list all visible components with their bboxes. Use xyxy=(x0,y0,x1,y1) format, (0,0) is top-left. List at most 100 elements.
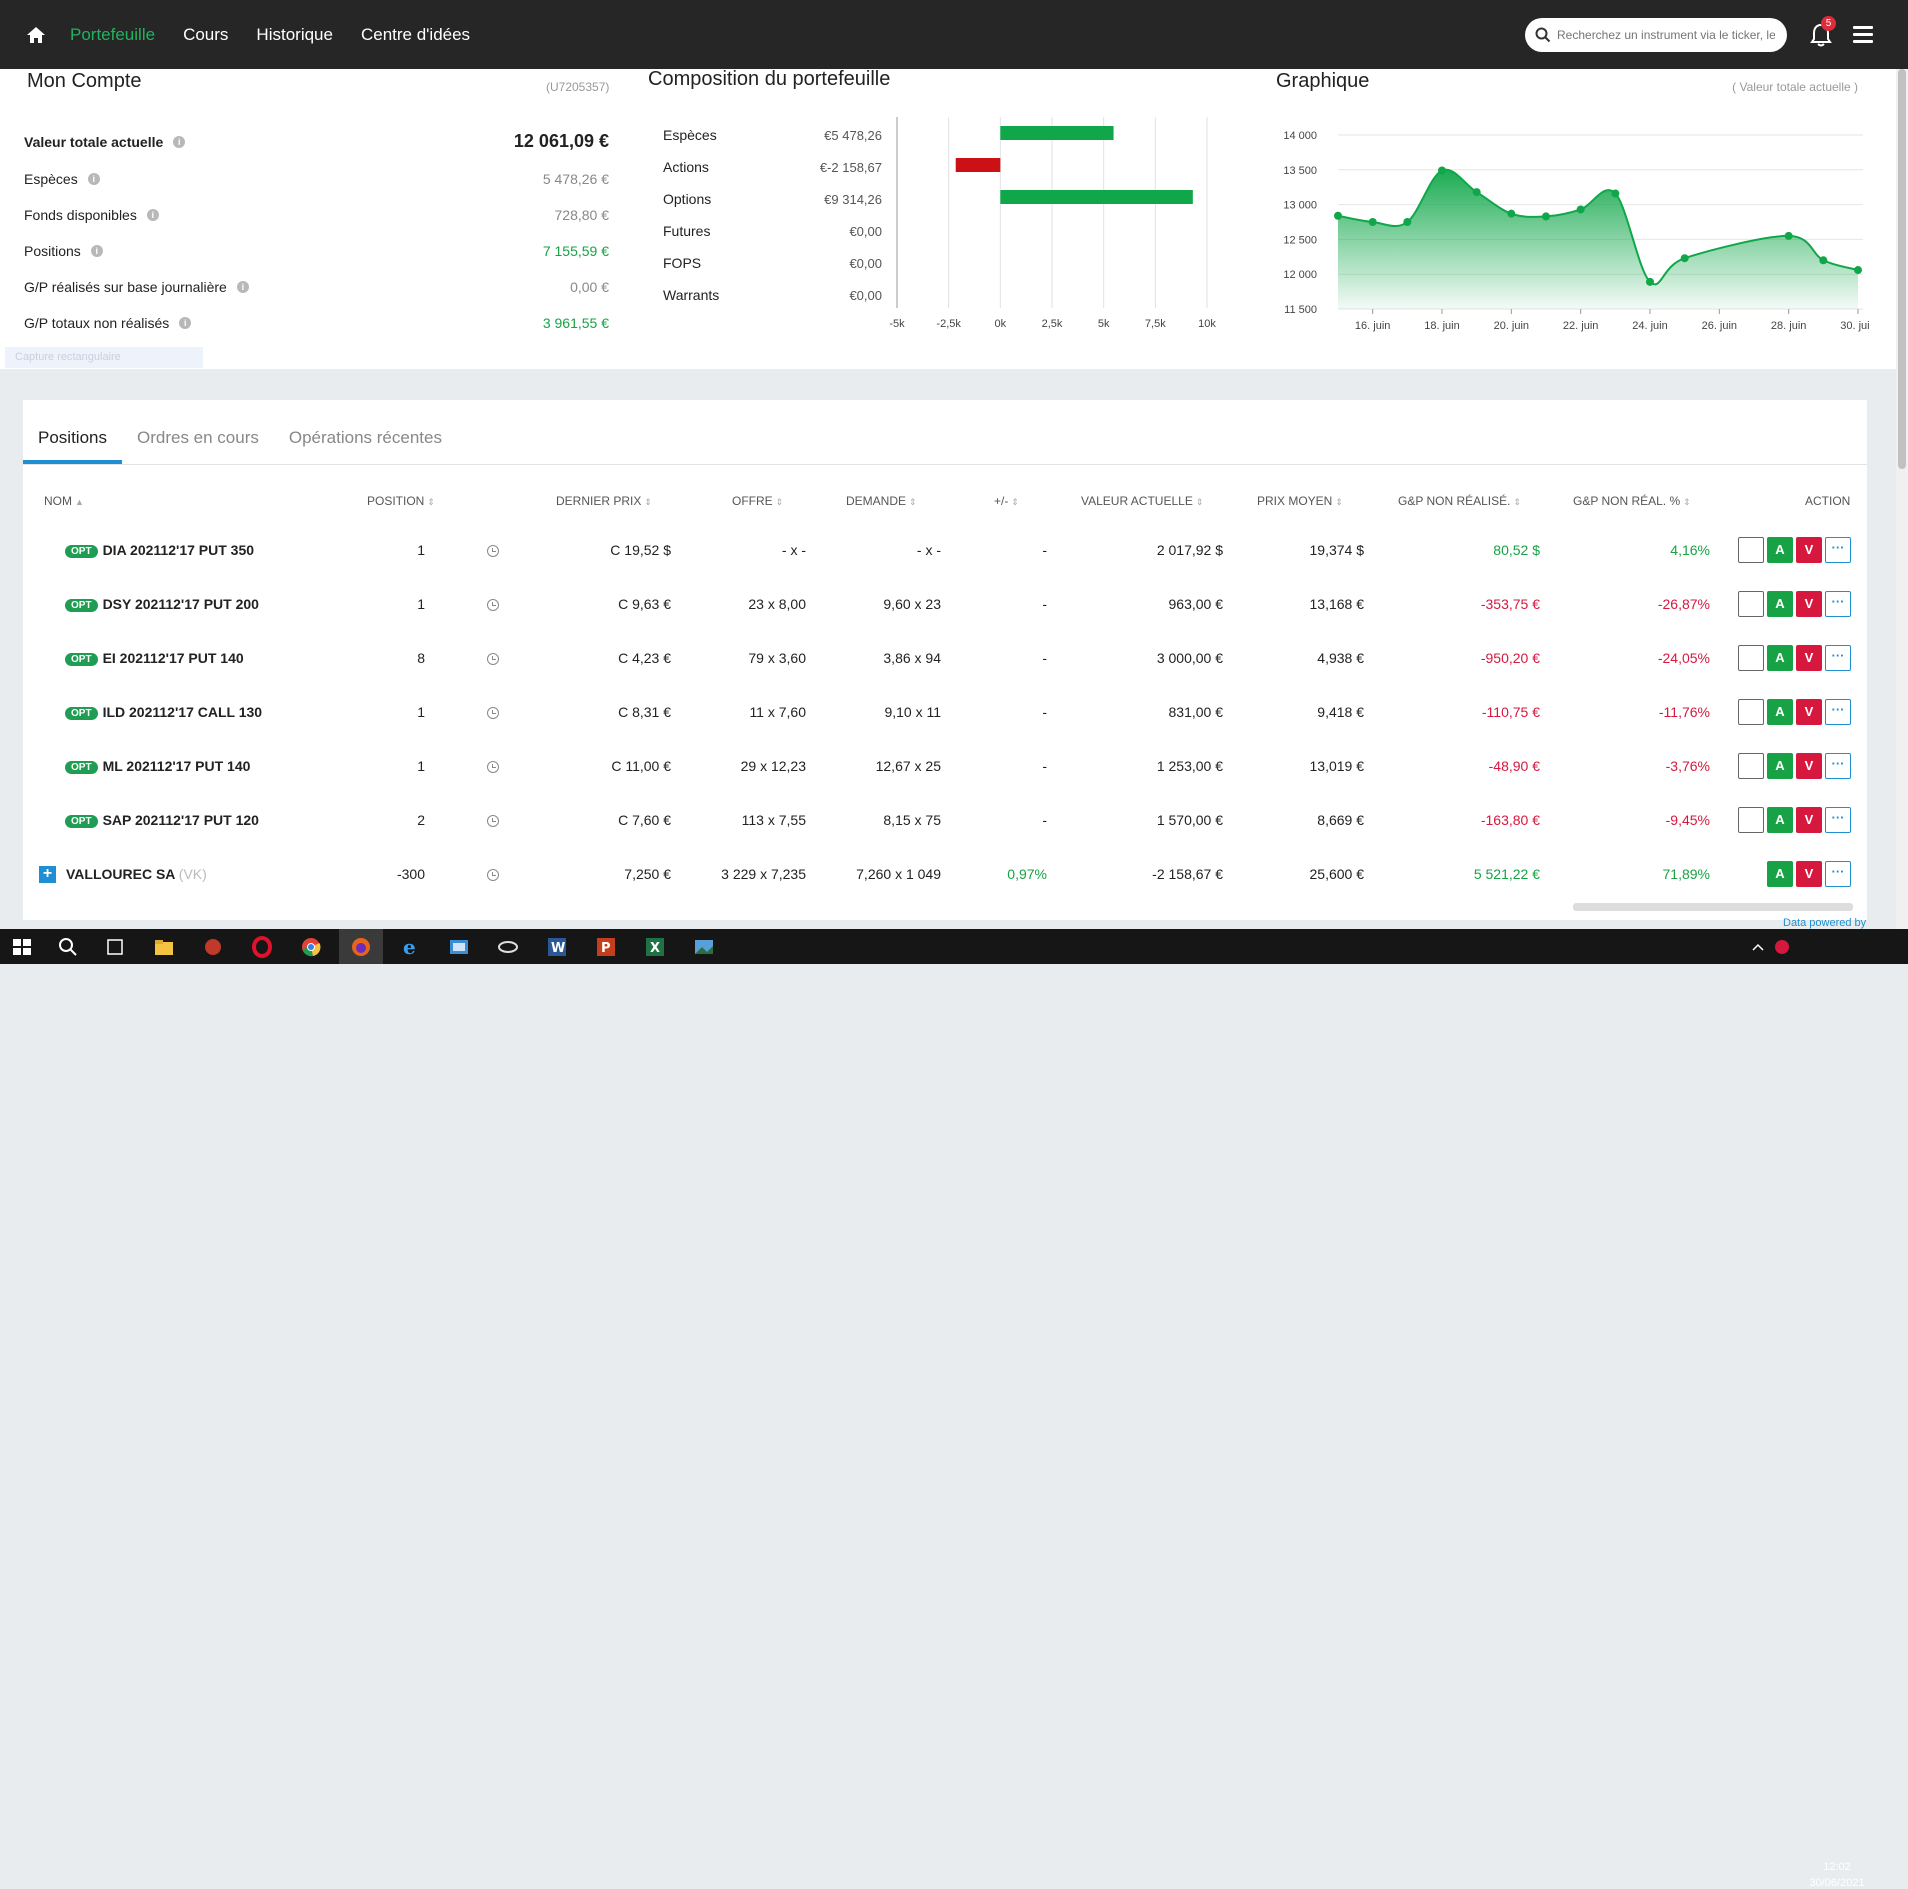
col-header-position[interactable]: POSITION ⇕ xyxy=(367,494,435,508)
position-name[interactable]: OPT ML 202112'17 PUT 140 xyxy=(65,758,250,774)
sell-button[interactable]: V xyxy=(1796,645,1822,671)
page-scrollbar-thumb[interactable] xyxy=(1898,69,1906,469)
table-row[interactable]: OPT EI 202112'17 PUT 140 8 C 4,23 € 79 x 3,6… xyxy=(23,632,1867,686)
clock-icon[interactable] xyxy=(487,869,499,881)
col-header-valeur-actuelle[interactable]: VALEUR ACTUELLE ⇕ xyxy=(1081,494,1203,508)
clock-icon[interactable] xyxy=(487,761,499,773)
clock-icon[interactable] xyxy=(487,707,499,719)
more-options-button[interactable]: ··· xyxy=(1825,753,1851,779)
col-header-dernier-prix[interactable]: DERNIER PRIX ⇕ xyxy=(556,494,652,508)
opera-icon[interactable] xyxy=(250,935,274,959)
nav-cours[interactable]: Cours xyxy=(183,25,228,45)
col-header-variation[interactable]: +/- ⇕ xyxy=(994,494,1019,508)
info-icon[interactable]: i xyxy=(173,135,186,148)
data-point[interactable] xyxy=(1646,277,1654,286)
data-point[interactable] xyxy=(1403,218,1412,226)
taskbar-clock-time[interactable]: 12:02 xyxy=(1812,1861,1862,1873)
sell-button[interactable]: V xyxy=(1796,753,1822,779)
position-name[interactable]: OPT SAP 202112'17 PUT 120 xyxy=(65,812,259,828)
table-row[interactable]: OPT DSY 202112'17 PUT 200 1 C 9,63 € 23 x 8,… xyxy=(23,578,1867,632)
bar-espèces[interactable] xyxy=(1000,126,1114,140)
search-box[interactable] xyxy=(1525,18,1787,52)
bar-options[interactable] xyxy=(1000,190,1193,204)
task-view-icon[interactable] xyxy=(103,935,127,959)
data-point[interactable] xyxy=(1784,231,1793,240)
app-icon[interactable] xyxy=(201,935,225,959)
data-point[interactable] xyxy=(1819,256,1828,265)
search-input[interactable] xyxy=(1557,28,1775,42)
hamburger-menu-icon[interactable] xyxy=(1853,26,1873,44)
clock-icon[interactable] xyxy=(487,599,499,611)
word-icon[interactable]: W xyxy=(545,935,569,959)
select-checkbox[interactable] xyxy=(1738,537,1764,563)
clock-icon[interactable] xyxy=(487,653,499,665)
col-header-offre[interactable]: OFFRE ⇕ xyxy=(732,494,783,508)
data-point[interactable] xyxy=(1438,166,1446,175)
nav-centre-idees[interactable]: Centre d'idées xyxy=(361,25,470,45)
taskbar-clock-date[interactable]: 30/06/2021 xyxy=(1800,1877,1874,1889)
data-point[interactable] xyxy=(1680,254,1689,263)
buy-button[interactable]: A xyxy=(1767,807,1793,833)
clock-icon[interactable] xyxy=(487,815,499,827)
data-point[interactable] xyxy=(1368,218,1377,226)
expand-plus-icon[interactable]: + xyxy=(39,866,56,883)
position-name[interactable]: OPT DSY 202112'17 PUT 200 xyxy=(65,596,259,612)
table-row[interactable]: OPT ML 202112'17 PUT 140 1 C 11,00 € 29 x 12… xyxy=(23,740,1867,794)
chevron-up-icon[interactable] xyxy=(1750,935,1766,959)
col-header-demande[interactable]: DEMANDE ⇕ xyxy=(846,494,917,508)
sell-button[interactable]: V xyxy=(1796,861,1822,887)
info-icon[interactable]: i xyxy=(236,281,249,293)
more-options-button[interactable]: ··· xyxy=(1825,645,1851,671)
select-checkbox[interactable] xyxy=(1738,591,1764,617)
windows-start-icon[interactable] xyxy=(10,935,34,959)
photos-icon[interactable] xyxy=(692,935,716,959)
buy-button[interactable]: A xyxy=(1767,537,1793,563)
col-header-gp-non-realise[interactable]: G&P NON RÉALISÉ. ⇕ xyxy=(1398,494,1521,508)
nav-historique[interactable]: Historique xyxy=(256,25,333,45)
col-header-gp-non-realise-pct[interactable]: G&P NON RÉAL. % ⇕ xyxy=(1573,494,1691,508)
buy-button[interactable]: A xyxy=(1767,861,1793,887)
col-header-nom[interactable]: NOM ▲ xyxy=(44,494,84,508)
more-options-button[interactable]: ··· xyxy=(1825,699,1851,725)
more-options-button[interactable]: ··· xyxy=(1825,807,1851,833)
tab-ordres-en-cours[interactable]: Ordres en cours xyxy=(122,414,274,464)
position-name[interactable]: OPT ILD 202112'17 CALL 130 xyxy=(65,704,262,720)
select-checkbox[interactable] xyxy=(1738,645,1764,671)
powerpoint-icon[interactable]: P xyxy=(594,935,618,959)
search-icon[interactable] xyxy=(56,935,80,959)
firefox-icon[interactable] xyxy=(349,935,373,959)
data-point[interactable] xyxy=(1334,211,1342,220)
tab-positions[interactable]: Positions xyxy=(23,414,122,464)
more-options-button[interactable]: ··· xyxy=(1825,537,1851,563)
internet-explorer-icon[interactable]: e xyxy=(398,935,422,959)
select-checkbox[interactable] xyxy=(1738,807,1764,833)
col-header-prix-moyen[interactable]: PRIX MOYEN ⇕ xyxy=(1257,494,1343,508)
select-checkbox[interactable] xyxy=(1738,699,1764,725)
app-icon[interactable] xyxy=(496,935,520,959)
sell-button[interactable]: V xyxy=(1796,591,1822,617)
sell-button[interactable]: V xyxy=(1796,699,1822,725)
tray-app-icon[interactable] xyxy=(1772,935,1792,959)
data-point[interactable] xyxy=(1507,209,1516,218)
sell-button[interactable]: V xyxy=(1796,807,1822,833)
buy-button[interactable]: A xyxy=(1767,753,1793,779)
info-icon[interactable]: i xyxy=(146,209,159,221)
info-icon[interactable]: i xyxy=(87,173,100,185)
data-point[interactable] xyxy=(1854,266,1862,275)
clock-icon[interactable] xyxy=(487,545,499,557)
table-row[interactable]: OPT ILD 202112'17 CALL 130 1 C 8,31 € 11 x 7… xyxy=(23,686,1867,740)
app-icon[interactable] xyxy=(447,935,471,959)
position-name[interactable]: OPT DIA 202112'17 PUT 350 xyxy=(65,542,254,558)
position-name[interactable]: OPT EI 202112'17 PUT 140 xyxy=(65,650,244,666)
info-icon[interactable]: i xyxy=(179,317,192,329)
table-row[interactable]: OPT SAP 202112'17 PUT 120 2 C 7,60 € 113 x 7… xyxy=(23,794,1867,848)
data-point[interactable] xyxy=(1576,205,1585,214)
data-point[interactable] xyxy=(1542,212,1550,221)
data-point[interactable] xyxy=(1472,188,1481,197)
table-horizontal-scrollbar[interactable] xyxy=(1573,903,1853,911)
buy-button[interactable]: A xyxy=(1767,591,1793,617)
more-options-button[interactable]: ··· xyxy=(1825,591,1851,617)
more-options-button[interactable]: ··· xyxy=(1825,861,1851,887)
tab-operations-recentes[interactable]: Opérations récentes xyxy=(274,414,457,464)
home-icon[interactable] xyxy=(24,23,48,47)
